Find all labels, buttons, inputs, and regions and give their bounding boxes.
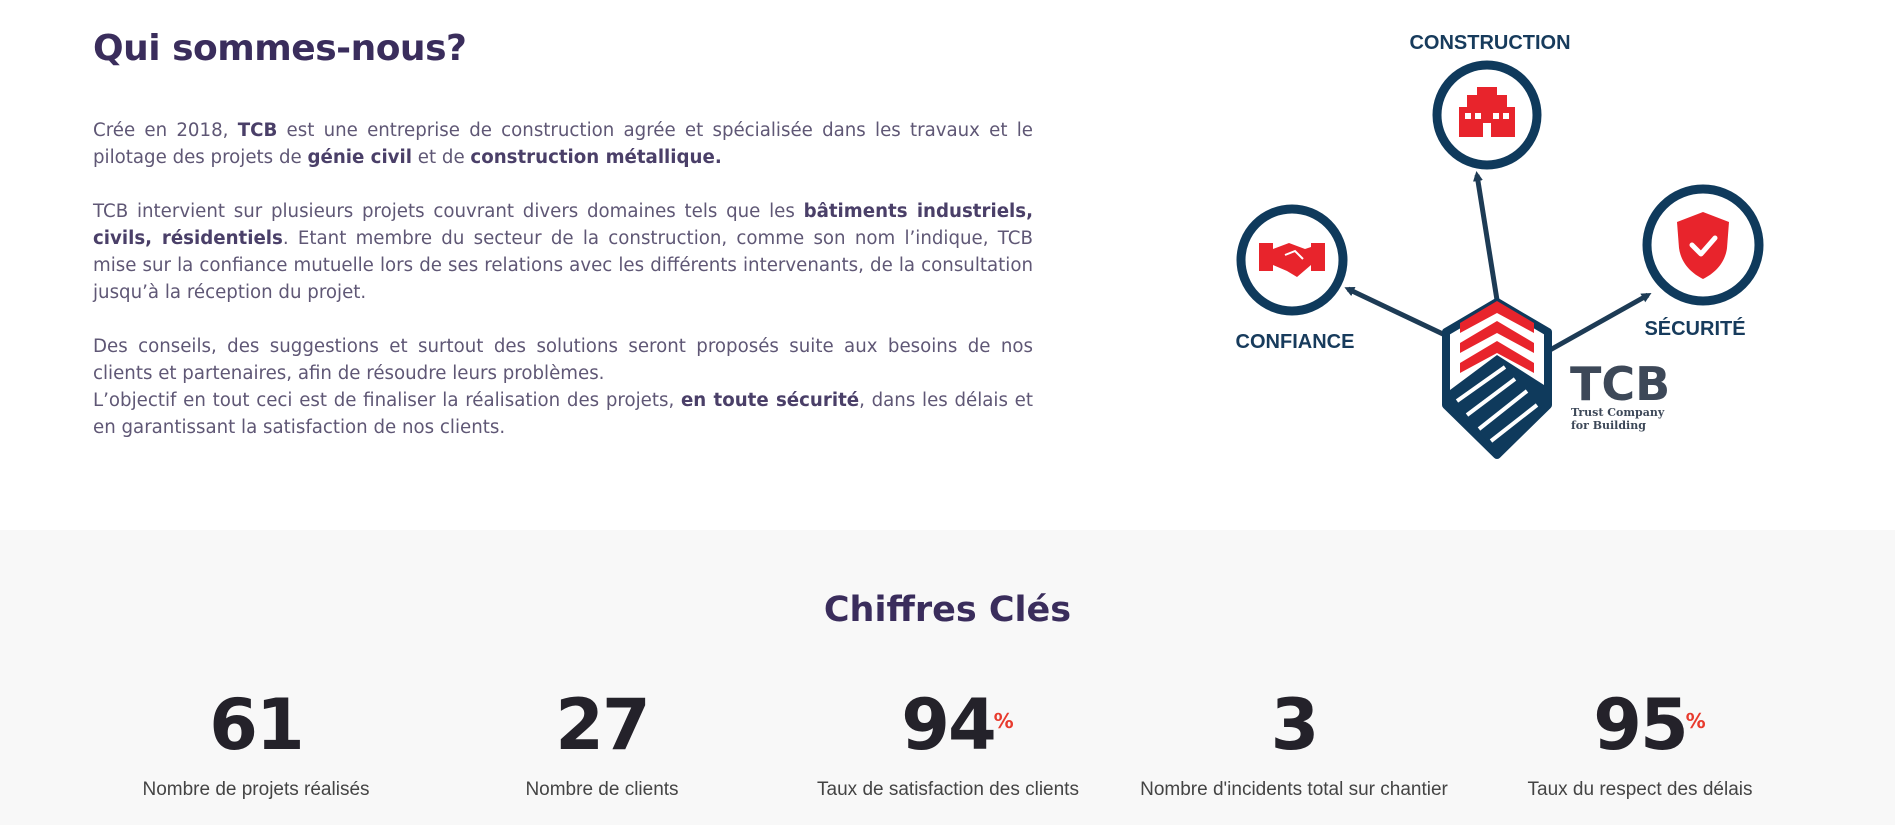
logo-tagline-2: for Building bbox=[1571, 419, 1646, 432]
stat-clients: 27 Nombre de clients bbox=[432, 685, 772, 801]
stat-percent: % bbox=[1685, 709, 1706, 733]
about-text: Crée en 2018, TCB est une entreprise de … bbox=[93, 117, 1033, 468]
construction-node bbox=[1432, 60, 1542, 170]
arrow-confiance bbox=[1344, 286, 1447, 338]
about-title: Qui sommes-nous? bbox=[93, 28, 467, 69]
tcb-logo: TCB Trust Company for Building bbox=[1442, 298, 1670, 459]
stat-value: 3 bbox=[1270, 684, 1320, 766]
stat-projects: 61 Nombre de projets réalisés bbox=[86, 685, 426, 801]
stat-label: Taux de satisfaction des clients bbox=[817, 779, 1079, 800]
stat-label: Nombre de projets réalisés bbox=[142, 779, 370, 800]
about-paragraph-4: L’objectif en tout ceci est de finaliser… bbox=[93, 390, 1033, 438]
confiance-label: CONFIANCE bbox=[1236, 331, 1355, 353]
stat-value: 27 bbox=[555, 684, 650, 766]
securite-label: SÉCURITÉ bbox=[1644, 317, 1745, 340]
logo-tagline-1: Trust Company bbox=[1571, 406, 1665, 419]
about-section: Qui sommes-nous? Crée en 2018, TCB est u… bbox=[0, 0, 1895, 530]
stat-label: Nombre de clients bbox=[525, 779, 679, 800]
key-figures-section: Chiffres Clés 61 Nombre de projets réali… bbox=[0, 530, 1895, 825]
about-paragraph-1: Crée en 2018, TCB est une entreprise de … bbox=[93, 120, 1033, 168]
values-diagram: CONSTRUCTION CONFIANCE SÉCURITÉ TCB Trus… bbox=[1236, 32, 1764, 459]
securite-node bbox=[1642, 184, 1764, 306]
stat-value: 94% bbox=[901, 685, 1013, 765]
stat-value: 61 bbox=[209, 684, 304, 766]
stat-label: Nombre d'incidents total sur chantier bbox=[1140, 779, 1448, 800]
confiance-node bbox=[1236, 204, 1348, 316]
stat-label: Taux du respect des délais bbox=[1527, 779, 1753, 800]
stat-satisfaction: 94% Taux de satisfaction des clients bbox=[778, 685, 1118, 801]
stat-incidents: 3 Nombre d'incidents total sur chantier bbox=[1124, 685, 1464, 801]
about-paragraph-3: Des conseils, des suggestions et surtout… bbox=[93, 336, 1033, 384]
about-paragraph-2: TCB intervient sur plusieurs projets cou… bbox=[93, 201, 1033, 303]
arrow-securite bbox=[1548, 292, 1652, 353]
construction-label: CONSTRUCTION bbox=[1409, 32, 1570, 54]
stat-deadlines: 95% Taux du respect des délais bbox=[1470, 685, 1810, 801]
stat-percent: % bbox=[993, 709, 1014, 733]
stat-value: 95% bbox=[1593, 685, 1705, 765]
logo-name: TCB bbox=[1570, 357, 1670, 411]
arrow-construction bbox=[1473, 171, 1500, 301]
key-figures-title: Chiffres Clés bbox=[823, 590, 1072, 630]
